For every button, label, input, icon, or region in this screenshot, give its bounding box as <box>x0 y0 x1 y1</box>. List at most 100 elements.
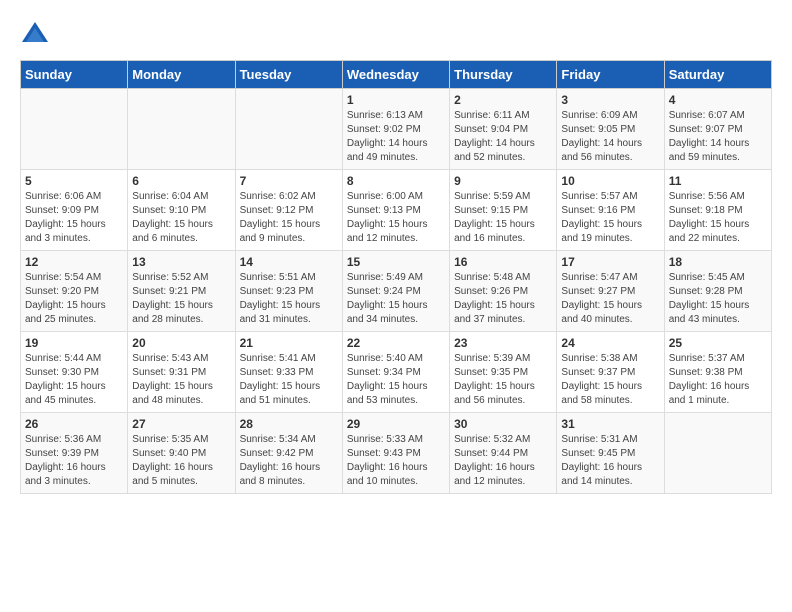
logo <box>20 20 54 50</box>
day-info: Sunrise: 5:43 AM Sunset: 9:31 PM Dayligh… <box>132 352 230 408</box>
day-number: 15 <box>347 255 445 269</box>
day-info: Sunrise: 5:38 AM Sunset: 9:37 PM Dayligh… <box>561 352 659 408</box>
day-info: Sunrise: 6:07 AM Sunset: 9:07 PM Dayligh… <box>669 109 767 165</box>
day-info: Sunrise: 5:31 AM Sunset: 9:45 PM Dayligh… <box>561 433 659 489</box>
calendar-cell: 3Sunrise: 6:09 AM Sunset: 9:05 PM Daylig… <box>557 89 664 170</box>
weekday-header-friday: Friday <box>557 61 664 89</box>
calendar-cell: 18 Sunrise: 5:45 AM Sunset: 9:28 PM Dayli… <box>664 251 771 332</box>
calendar-cell: 6 Sunrise: 6:04 AM Sunset: 9:10 PM Daylig… <box>128 170 235 251</box>
calendar-cell: 9 Sunrise: 5:59 AM Sunset: 9:15 PM Daylig… <box>450 170 557 251</box>
calendar-cell: 27 Sunrise: 5:35 AM Sunset: 9:40 PM Dayli… <box>128 413 235 494</box>
day-number: 28 <box>240 417 338 431</box>
calendar-cell <box>21 89 128 170</box>
calendar-cell: 17 Sunrise: 5:47 AM Sunset: 9:27 PM Dayli… <box>557 251 664 332</box>
day-number: 11 <box>669 174 767 188</box>
weekday-header-wednesday: Wednesday <box>342 61 449 89</box>
day-number: 4 <box>669 93 767 107</box>
calendar-cell <box>664 413 771 494</box>
day-info: Sunrise: 5:59 AM Sunset: 9:15 PM Dayligh… <box>454 190 552 246</box>
day-number: 24 <box>561 336 659 350</box>
calendar-cell: 16Sunrise: 5:48 AM Sunset: 9:26 PM Dayli… <box>450 251 557 332</box>
calendar-cell: 28 Sunrise: 5:34 AM Sunset: 9:42 PM Dayli… <box>235 413 342 494</box>
calendar-cell: 7 Sunrise: 6:02 AM Sunset: 9:12 PM Daylig… <box>235 170 342 251</box>
day-info: Sunrise: 6:09 AM Sunset: 9:05 PM Dayligh… <box>561 109 659 165</box>
calendar-cell: 26Sunrise: 5:36 AM Sunset: 9:39 PM Dayli… <box>21 413 128 494</box>
calendar-cell: 22 Sunrise: 5:40 AM Sunset: 9:34 PM Dayli… <box>342 332 449 413</box>
day-number: 2 <box>454 93 552 107</box>
day-info: Sunrise: 5:34 AM Sunset: 9:42 PM Dayligh… <box>240 433 338 489</box>
day-info: Sunrise: 5:36 AM Sunset: 9:39 PM Dayligh… <box>25 433 123 489</box>
calendar-cell: 15 Sunrise: 5:49 AM Sunset: 9:24 PM Dayli… <box>342 251 449 332</box>
day-info: Sunrise: 5:44 AM Sunset: 9:30 PM Dayligh… <box>25 352 123 408</box>
day-number: 17 <box>561 255 659 269</box>
calendar-cell: 13Sunrise: 5:52 AM Sunset: 9:21 PM Dayli… <box>128 251 235 332</box>
day-info: Sunrise: 5:40 AM Sunset: 9:34 PM Dayligh… <box>347 352 445 408</box>
day-number: 7 <box>240 174 338 188</box>
day-info: Sunrise: 6:00 AM Sunset: 9:13 PM Dayligh… <box>347 190 445 246</box>
day-info: Sunrise: 6:11 AM Sunset: 9:04 PM Dayligh… <box>454 109 552 165</box>
day-number: 22 <box>347 336 445 350</box>
calendar-cell <box>128 89 235 170</box>
day-info: Sunrise: 5:47 AM Sunset: 9:27 PM Dayligh… <box>561 271 659 327</box>
day-number: 12 <box>25 255 123 269</box>
day-number: 9 <box>454 174 552 188</box>
calendar-cell: 24 Sunrise: 5:38 AM Sunset: 9:37 PM Dayli… <box>557 332 664 413</box>
calendar-table: SundayMondayTuesdayWednesdayThursdayFrid… <box>20 60 772 494</box>
day-info: Sunrise: 5:41 AM Sunset: 9:33 PM Dayligh… <box>240 352 338 408</box>
day-info: Sunrise: 5:54 AM Sunset: 9:20 PM Dayligh… <box>25 271 123 327</box>
calendar-week-4: 19Sunrise: 5:44 AM Sunset: 9:30 PM Dayli… <box>21 332 772 413</box>
weekday-header-row: SundayMondayTuesdayWednesdayThursdayFrid… <box>21 61 772 89</box>
calendar-cell <box>235 89 342 170</box>
calendar-cell: 21 Sunrise: 5:41 AM Sunset: 9:33 PM Dayli… <box>235 332 342 413</box>
day-info: Sunrise: 6:13 AM Sunset: 9:02 PM Dayligh… <box>347 109 445 165</box>
calendar-cell: 25 Sunrise: 5:37 AM Sunset: 9:38 PM Dayli… <box>664 332 771 413</box>
calendar-cell: 31 Sunrise: 5:31 AM Sunset: 9:45 PM Dayli… <box>557 413 664 494</box>
calendar-cell: 4 Sunrise: 6:07 AM Sunset: 9:07 PM Daylig… <box>664 89 771 170</box>
calendar-cell: 23 Sunrise: 5:39 AM Sunset: 9:35 PM Dayli… <box>450 332 557 413</box>
day-info: Sunrise: 5:49 AM Sunset: 9:24 PM Dayligh… <box>347 271 445 327</box>
day-info: Sunrise: 5:37 AM Sunset: 9:38 PM Dayligh… <box>669 352 767 408</box>
calendar-cell: 2 Sunrise: 6:11 AM Sunset: 9:04 PM Daylig… <box>450 89 557 170</box>
day-number: 29 <box>347 417 445 431</box>
calendar-week-3: 12 Sunrise: 5:54 AM Sunset: 9:20 PM Dayli… <box>21 251 772 332</box>
calendar-cell: 11 Sunrise: 5:56 AM Sunset: 9:18 PM Dayli… <box>664 170 771 251</box>
day-info: Sunrise: 5:56 AM Sunset: 9:18 PM Dayligh… <box>669 190 767 246</box>
day-number: 27 <box>132 417 230 431</box>
calendar-cell: 5Sunrise: 6:06 AM Sunset: 9:09 PM Daylig… <box>21 170 128 251</box>
day-number: 1 <box>347 93 445 107</box>
day-info: Sunrise: 5:35 AM Sunset: 9:40 PM Dayligh… <box>132 433 230 489</box>
day-number: 30 <box>454 417 552 431</box>
day-info: Sunrise: 5:33 AM Sunset: 9:43 PM Dayligh… <box>347 433 445 489</box>
day-info: Sunrise: 5:57 AM Sunset: 9:16 PM Dayligh… <box>561 190 659 246</box>
calendar-cell: 19Sunrise: 5:44 AM Sunset: 9:30 PM Dayli… <box>21 332 128 413</box>
day-number: 16 <box>454 255 552 269</box>
calendar-cell: 8 Sunrise: 6:00 AM Sunset: 9:13 PM Daylig… <box>342 170 449 251</box>
calendar-cell: 1 Sunrise: 6:13 AM Sunset: 9:02 PM Daylig… <box>342 89 449 170</box>
day-number: 8 <box>347 174 445 188</box>
calendar-cell: 30 Sunrise: 5:32 AM Sunset: 9:44 PM Dayli… <box>450 413 557 494</box>
day-info: Sunrise: 5:45 AM Sunset: 9:28 PM Dayligh… <box>669 271 767 327</box>
calendar-cell: 20 Sunrise: 5:43 AM Sunset: 9:31 PM Dayli… <box>128 332 235 413</box>
logo-icon <box>20 20 50 50</box>
day-number: 14 <box>240 255 338 269</box>
day-info: Sunrise: 5:32 AM Sunset: 9:44 PM Dayligh… <box>454 433 552 489</box>
day-number: 25 <box>669 336 767 350</box>
calendar-week-1: 1 Sunrise: 6:13 AM Sunset: 9:02 PM Daylig… <box>21 89 772 170</box>
day-number: 20 <box>132 336 230 350</box>
day-number: 23 <box>454 336 552 350</box>
day-info: Sunrise: 6:04 AM Sunset: 9:10 PM Dayligh… <box>132 190 230 246</box>
day-info: Sunrise: 5:51 AM Sunset: 9:23 PM Dayligh… <box>240 271 338 327</box>
day-number: 6 <box>132 174 230 188</box>
day-number: 18 <box>669 255 767 269</box>
day-number: 10 <box>561 174 659 188</box>
day-info: Sunrise: 6:02 AM Sunset: 9:12 PM Dayligh… <box>240 190 338 246</box>
day-info: Sunrise: 5:39 AM Sunset: 9:35 PM Dayligh… <box>454 352 552 408</box>
calendar-header: SundayMondayTuesdayWednesdayThursdayFrid… <box>21 61 772 89</box>
day-number: 21 <box>240 336 338 350</box>
day-number: 13 <box>132 255 230 269</box>
page-header <box>20 20 772 50</box>
calendar-week-2: 5Sunrise: 6:06 AM Sunset: 9:09 PM Daylig… <box>21 170 772 251</box>
day-number: 31 <box>561 417 659 431</box>
calendar-cell: 12 Sunrise: 5:54 AM Sunset: 9:20 PM Dayli… <box>21 251 128 332</box>
calendar-cell: 29 Sunrise: 5:33 AM Sunset: 9:43 PM Dayli… <box>342 413 449 494</box>
